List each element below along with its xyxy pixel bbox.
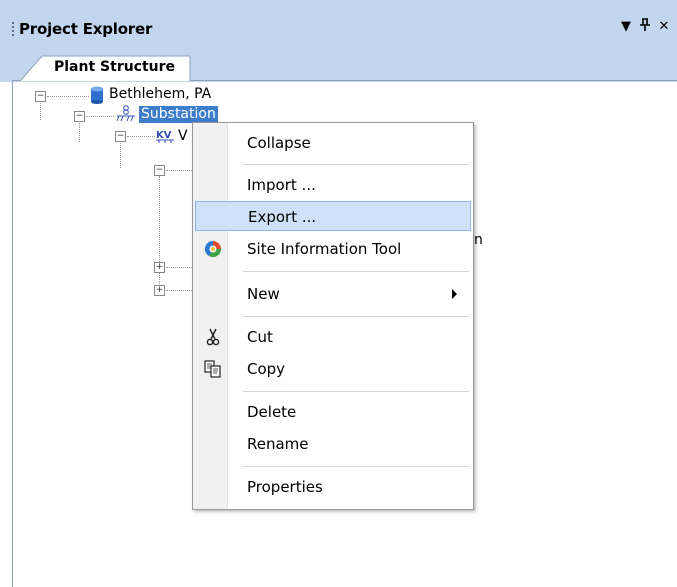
site-info-icon bbox=[203, 239, 223, 259]
menu-separator bbox=[243, 164, 469, 165]
menu-item-collapse[interactable]: Collapse bbox=[195, 127, 471, 159]
tree-item-root[interactable]: Bethlehem, PA bbox=[109, 86, 211, 102]
panel-title: Project Explorer bbox=[19, 20, 153, 38]
menu-item-properties[interactable]: Properties bbox=[195, 471, 471, 503]
tree-connector bbox=[47, 96, 89, 97]
tab-plant-structure[interactable]: Plant Structure bbox=[20, 55, 192, 81]
menu-item-import[interactable]: Import ... bbox=[195, 169, 471, 201]
tree-guide bbox=[40, 100, 41, 120]
menu-item-label: Delete bbox=[247, 403, 297, 421]
menu-item-delete[interactable]: Delete bbox=[195, 396, 471, 428]
collapse-toggle[interactable]: − bbox=[154, 165, 165, 176]
database-icon bbox=[90, 86, 104, 108]
context-menu: Collapse Import ... Export ... Site Info… bbox=[192, 122, 474, 510]
menu-item-new[interactable]: New bbox=[195, 278, 471, 310]
tree-connector bbox=[166, 267, 192, 268]
expand-toggle[interactable]: + bbox=[154, 285, 165, 296]
menu-item-label: Cut bbox=[247, 328, 273, 346]
tab-label: Plant Structure bbox=[54, 59, 176, 75]
copy-icon bbox=[203, 359, 223, 379]
menu-separator bbox=[243, 271, 469, 272]
dropdown-arrow-icon[interactable]: ▼ bbox=[618, 18, 634, 36]
menu-item-label: Rename bbox=[247, 435, 309, 453]
menu-separator bbox=[243, 466, 469, 467]
menu-separator bbox=[243, 316, 469, 317]
pin-icon[interactable] bbox=[637, 18, 653, 36]
menu-item-rename[interactable]: Rename bbox=[195, 428, 471, 460]
panel-header: Project Explorer ▼ ✕ bbox=[0, 0, 677, 43]
submenu-arrow-icon bbox=[452, 289, 457, 299]
expand-toggle[interactable]: + bbox=[154, 262, 165, 273]
drag-grip[interactable] bbox=[12, 22, 14, 38]
svg-text:KV: KV bbox=[156, 130, 172, 141]
tree-connector bbox=[86, 116, 114, 117]
menu-item-site-information-tool[interactable]: Site Information Tool bbox=[195, 233, 471, 265]
tree-connector bbox=[166, 290, 192, 291]
menu-item-copy[interactable]: Copy bbox=[195, 353, 471, 385]
menu-item-export[interactable]: Export ... bbox=[195, 201, 471, 231]
collapse-toggle[interactable]: − bbox=[74, 111, 85, 122]
menu-item-label: Import ... bbox=[247, 176, 316, 194]
menu-item-cut[interactable]: Cut bbox=[195, 321, 471, 353]
collapse-toggle[interactable]: − bbox=[115, 131, 126, 142]
menu-item-label: Collapse bbox=[247, 134, 311, 152]
substation-icon bbox=[115, 104, 137, 126]
voltage-level-icon: KV bbox=[155, 128, 175, 148]
tree-connector bbox=[127, 136, 155, 137]
collapse-toggle[interactable]: − bbox=[35, 91, 46, 102]
menu-item-label: Site Information Tool bbox=[247, 240, 402, 258]
tree-item-substation[interactable]: Substation bbox=[139, 106, 218, 123]
menu-item-label: New bbox=[247, 285, 280, 303]
close-icon[interactable]: ✕ bbox=[656, 18, 672, 36]
tree-connector bbox=[166, 170, 192, 171]
tree-item-voltage-level[interactable]: V bbox=[178, 128, 188, 144]
tree-item-partial-text: n bbox=[474, 232, 483, 248]
menu-item-label: Copy bbox=[247, 360, 286, 378]
menu-item-label: Export ... bbox=[248, 208, 317, 226]
menu-item-label: Properties bbox=[247, 478, 323, 496]
scissors-icon bbox=[203, 327, 223, 347]
menu-separator bbox=[243, 391, 469, 392]
